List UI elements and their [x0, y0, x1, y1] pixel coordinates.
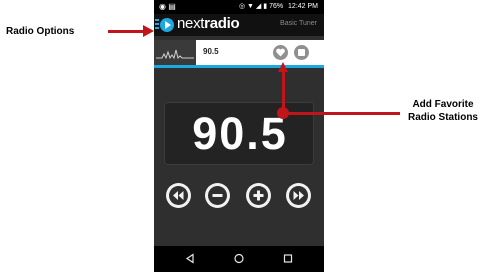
logo-prefix: next	[177, 15, 205, 32]
navigation-bar	[154, 246, 324, 271]
status-right: ◎ ▼ ◢ ▮ 76% 12:42 PM	[239, 0, 318, 14]
phone-frame-edge	[154, 271, 324, 272]
accent-bar	[154, 65, 324, 68]
recent-apps-button[interactable]	[276, 246, 300, 271]
now-playing-bar[interactable]: 90.5	[154, 40, 324, 65]
status-bar: ◉ ▤ ◎ ▼ ◢ ▮ 76% 12:42 PM	[154, 0, 324, 14]
recent-apps-icon	[283, 254, 293, 263]
menu-icon[interactable]	[155, 19, 159, 31]
station-art	[154, 40, 196, 65]
app-bar: nextradio Basic Tuner	[154, 14, 324, 36]
add-favorite-callout-line1: Add Favorite	[412, 99, 474, 110]
clock: 12:42 PM	[288, 3, 318, 10]
rewind-icon	[169, 186, 188, 205]
tune-down-button[interactable]	[205, 183, 230, 208]
phone-screen: ◉ ▤ ◎ ▼ ◢ ▮ 76% 12:42 PM nextradio Basic…	[154, 0, 324, 271]
battery-percent: 76%	[269, 3, 284, 10]
heart-icon	[276, 48, 285, 57]
plus-icon	[249, 186, 268, 205]
seek-forward-button[interactable]	[286, 183, 311, 208]
tuner-frequency: 90.5	[192, 108, 288, 159]
stop-button[interactable]	[294, 45, 309, 60]
favorite-arrow-dot	[277, 107, 289, 119]
logo-suffix: radio	[204, 15, 240, 32]
back-icon	[185, 253, 194, 264]
nextradio-logo-icon	[160, 18, 174, 32]
mode-label[interactable]: Basic Tuner	[280, 20, 317, 27]
now-playing-frequency: 90.5	[203, 47, 219, 56]
app-logo: nextradio	[177, 15, 240, 32]
fast-forward-icon	[289, 186, 308, 205]
favorite-button[interactable]	[273, 45, 288, 60]
radio-options-arrowhead	[143, 25, 154, 37]
tune-up-button[interactable]	[246, 183, 271, 208]
add-favorite-callout: Add Favorite Radio Stations	[400, 98, 486, 124]
minus-icon	[208, 186, 227, 205]
home-button[interactable]	[227, 246, 251, 271]
radio-options-callout: Radio Options	[6, 26, 75, 37]
notification-icons: ◉ ▤	[159, 2, 176, 11]
home-icon	[234, 253, 244, 264]
favorite-arrow-horizontal	[283, 112, 400, 115]
status-icons: ◎ ▼ ◢ ▮	[239, 3, 270, 10]
favorite-arrowhead	[278, 62, 288, 72]
radio-options-arrow	[108, 30, 146, 33]
seek-back-button[interactable]	[166, 183, 191, 208]
back-button[interactable]	[178, 246, 202, 271]
add-favorite-callout-line2: Radio Stations	[407, 112, 478, 123]
